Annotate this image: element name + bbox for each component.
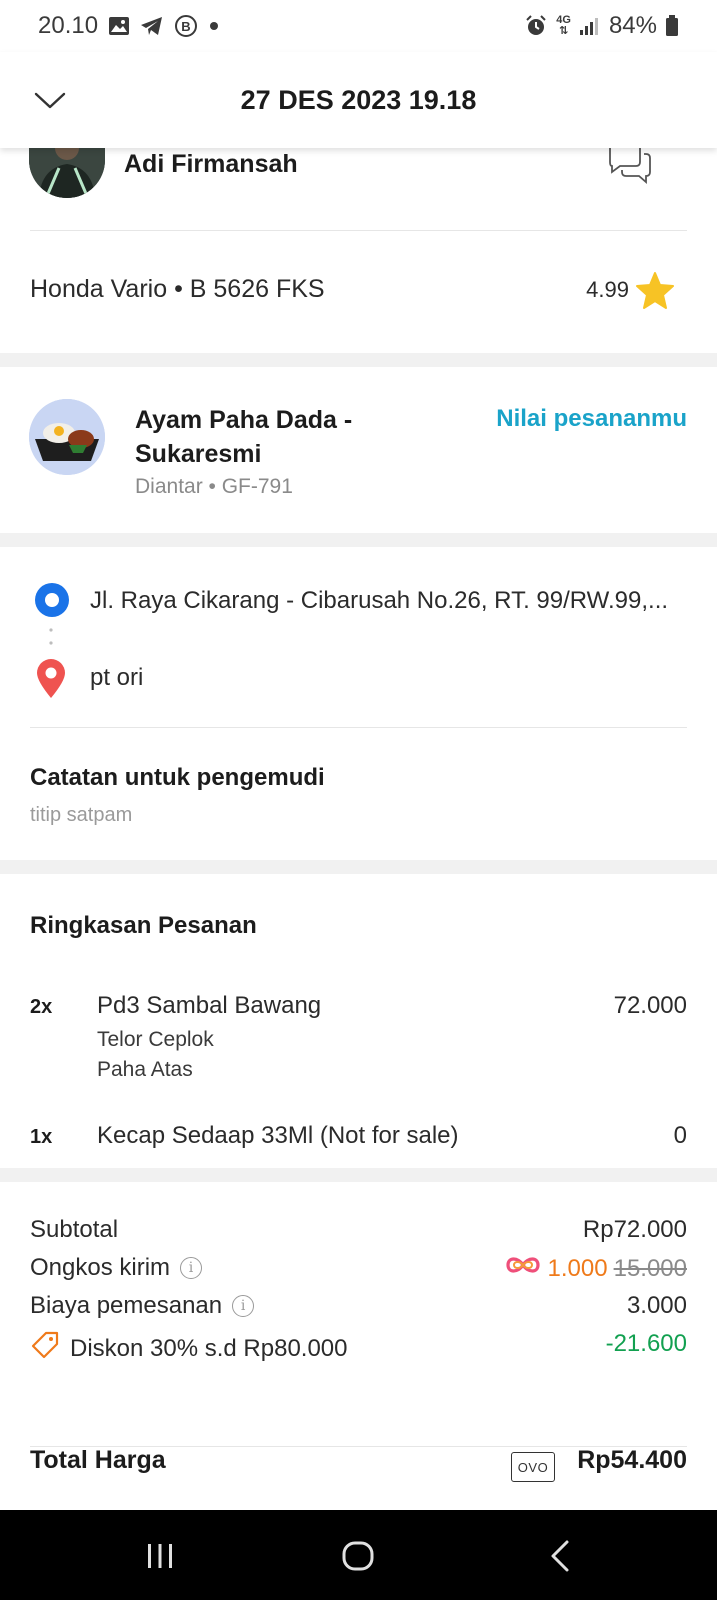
status-bar: 20.10 B 4G ⇅ 84% xyxy=(0,0,717,52)
total-row: Total Harga OVO Rp54.400 xyxy=(0,1420,717,1500)
driver-row: Adi Firmansah xyxy=(0,138,717,230)
alarm-icon xyxy=(524,14,548,38)
section-separator xyxy=(0,860,717,874)
service-fee-label: Biaya pemesanan xyxy=(30,1292,223,1319)
dropoff-address: pt ori xyxy=(90,664,144,691)
recents-icon xyxy=(148,1544,172,1568)
vehicle-info: Honda Vario • B 5626 FKS xyxy=(30,275,325,303)
driver-name: Adi Firmansah xyxy=(124,150,298,178)
battery-percent: 84% xyxy=(608,12,657,39)
driver-rating: 4.99 xyxy=(586,277,629,302)
b-badge-icon: B xyxy=(174,14,198,38)
telegram-icon xyxy=(140,16,164,36)
note-text: titip satpam xyxy=(30,804,133,826)
promo-loop-icon xyxy=(504,1254,542,1283)
subtotal-row: Subtotal Rp72.000 xyxy=(30,1216,687,1250)
status-time: 20.10 xyxy=(38,12,99,39)
tag-icon xyxy=(30,1330,60,1367)
data-arrows: ⇅ xyxy=(559,25,569,37)
pickup-dot-icon xyxy=(34,582,70,618)
item-option: Paha Atas xyxy=(97,1058,193,1081)
rate-order-link[interactable]: Nilai pesananmu xyxy=(496,405,687,433)
delivery-fee-value-group: 1.000 15.000 xyxy=(504,1254,687,1283)
item-option: Telor Ceplok xyxy=(97,1028,214,1051)
delivery-fee-value: 1.000 xyxy=(547,1254,608,1282)
section-separator xyxy=(0,1168,717,1182)
system-nav-bar xyxy=(0,1510,717,1600)
total-label: Total Harga xyxy=(30,1446,166,1474)
gallery-icon xyxy=(108,16,130,36)
battery-icon xyxy=(665,15,679,37)
item-price: 72.000 xyxy=(613,992,687,1019)
delivery-fee-original: 15.000 xyxy=(613,1254,687,1282)
home-button[interactable] xyxy=(340,1538,376,1574)
payment-method-badge: OVO xyxy=(511,1452,555,1482)
top-app-bar: 27 DES 2023 19.18 xyxy=(0,52,717,148)
collapse-button[interactable] xyxy=(30,80,70,120)
summary-title: Ringkasan Pesanan xyxy=(30,912,257,939)
home-icon xyxy=(342,1541,374,1571)
subtotal-label: Subtotal xyxy=(30,1216,119,1243)
discount-label: Diskon 30% s.d Rp80.000 xyxy=(70,1334,348,1362)
merchant-row: Ayam Paha Dada - Sukaresmi Diantar • GF-… xyxy=(0,367,717,533)
info-icon[interactable]: i xyxy=(232,1295,255,1317)
service-fee-row: Biaya pemesanan i 3.000 xyxy=(30,1292,687,1326)
item-name: Pd3 Sambal Bawang xyxy=(97,992,322,1019)
delivery-fee-label: Ongkos kirim xyxy=(30,1254,171,1281)
delivery-fee-label-group: Ongkos kirim i xyxy=(30,1254,203,1282)
vehicle-row: Honda Vario • B 5626 FKS 4.99 xyxy=(0,231,717,353)
service-fee-value: 3.000 xyxy=(626,1292,687,1319)
signal-icon xyxy=(579,16,601,36)
item-quantity: 1x xyxy=(30,1126,53,1148)
route-section: Jl. Raya Cikarang - Cibarusah No.26, RT.… xyxy=(0,547,717,727)
back-button[interactable] xyxy=(543,1538,579,1574)
order-summary: Ringkasan Pesanan 2x Pd3 Sambal Bawang 7… xyxy=(0,874,717,1168)
item-name: Kecap Sedaap 33Ml (Not for sale) xyxy=(97,1122,459,1149)
info-icon[interactable]: i xyxy=(180,1257,203,1279)
service-fee-label-group: Biaya pemesanan i xyxy=(30,1292,255,1320)
order-meta: Diantar • GF-791 xyxy=(135,475,293,498)
discount-value: -21.600 xyxy=(605,1330,687,1357)
section-separator xyxy=(0,353,717,367)
item-price: 0 xyxy=(673,1122,687,1149)
svg-text:B: B xyxy=(181,19,190,34)
location-pin-icon xyxy=(34,657,68,699)
recents-button[interactable] xyxy=(142,1538,178,1574)
subtotal-value: Rp72.000 xyxy=(582,1216,687,1243)
network-4g-icon: 4G ⇅ xyxy=(556,15,571,37)
route-dots xyxy=(49,627,53,647)
order-detail: Adi Firmansah Honda Vario • B 5626 FKS 4… xyxy=(0,138,717,1490)
discount-label-group: Diskon 30% s.d Rp80.000 xyxy=(30,1330,348,1367)
item-quantity: 2x xyxy=(30,996,53,1018)
driver-note: Catatan untuk pengemudi titip satpam xyxy=(0,728,717,860)
total-value: Rp54.400 xyxy=(577,1446,687,1474)
chat-bubbles-icon xyxy=(609,143,651,184)
pickup-address: Jl. Raya Cikarang - Cibarusah No.26, RT.… xyxy=(90,587,669,614)
delivery-fee-row: Ongkos kirim i 1.000 15.000 xyxy=(30,1254,687,1288)
chat-button[interactable] xyxy=(606,142,654,186)
merchant-food-image xyxy=(29,399,105,475)
notification-dot-icon xyxy=(208,20,220,32)
note-label: Catatan untuk pengemudi xyxy=(30,764,325,791)
chevron-down-icon xyxy=(34,92,66,109)
discount-row: Diskon 30% s.d Rp80.000 -21.600 xyxy=(30,1330,687,1364)
back-icon xyxy=(551,1540,569,1572)
merchant-name: Ayam Paha Dada - Sukaresmi xyxy=(135,406,353,468)
star-icon xyxy=(635,271,675,311)
page-title: 27 DES 2023 19.18 xyxy=(240,84,477,115)
section-separator xyxy=(0,533,717,547)
